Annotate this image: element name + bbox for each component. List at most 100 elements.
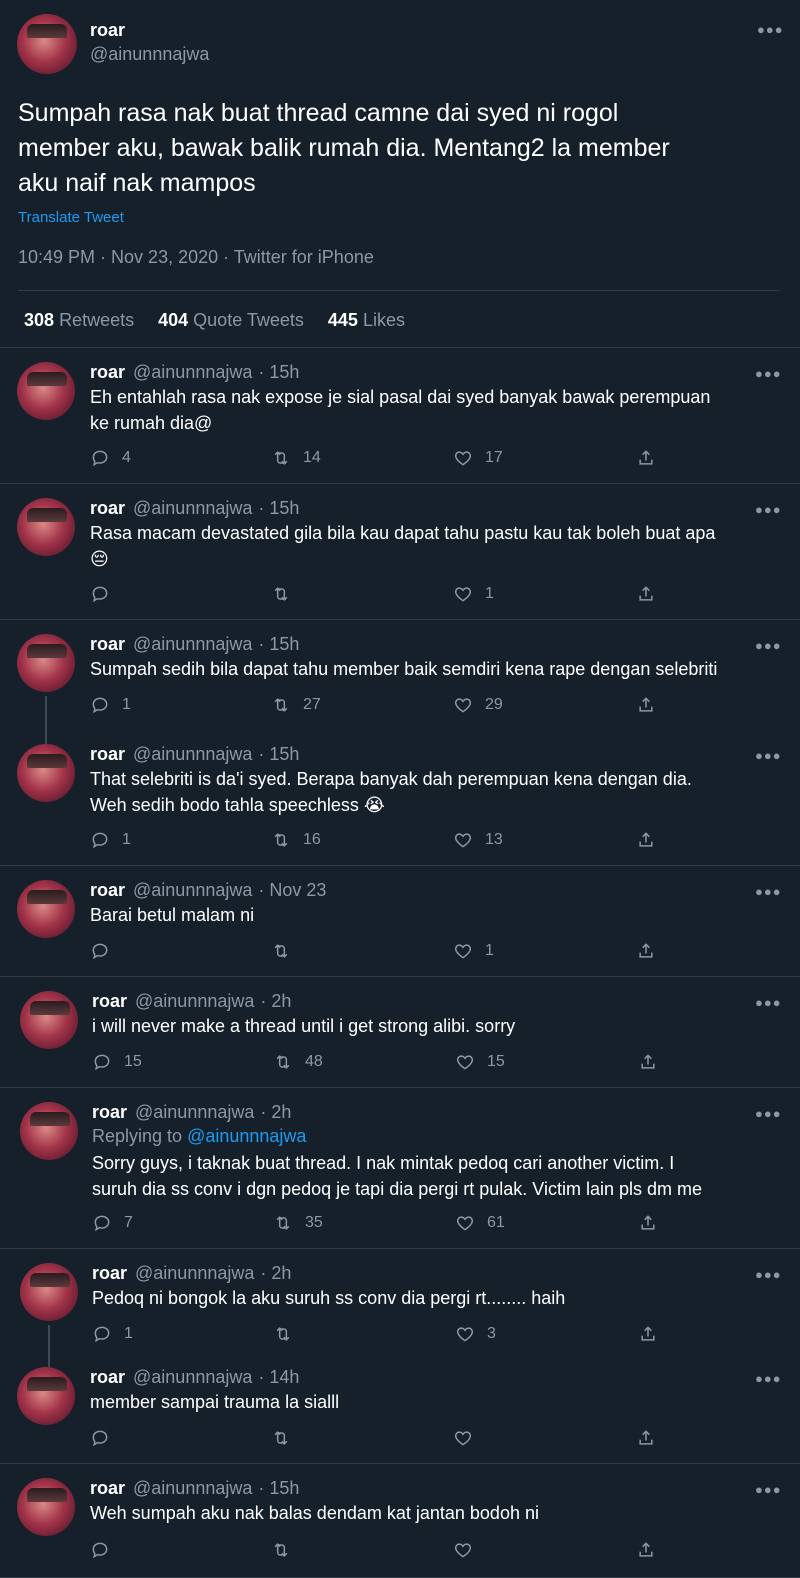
author-name[interactable]: roar xyxy=(92,1102,127,1122)
reply-button[interactable]: 15 xyxy=(92,1052,142,1072)
share-button[interactable] xyxy=(638,1052,658,1072)
translate-link[interactable]: Translate Tweet xyxy=(18,209,124,226)
more-icon[interactable]: ●●● xyxy=(755,1371,782,1386)
author-handle[interactable]: @ainunnnajwa xyxy=(133,362,252,382)
avatar[interactable] xyxy=(17,880,75,938)
reply-button[interactable]: 7 xyxy=(92,1213,133,1233)
likes-stat[interactable]: 445 Likes xyxy=(328,310,405,331)
retweet-button[interactable]: 48 xyxy=(273,1052,323,1072)
more-icon[interactable]: ●●● xyxy=(755,502,782,517)
timestamp[interactable]: · 15h xyxy=(258,744,299,764)
more-icon[interactable]: ●●● xyxy=(755,638,782,653)
author-handle[interactable]: @ainunnnajwa xyxy=(135,991,254,1011)
retweets-stat[interactable]: 308 Retweets xyxy=(24,310,134,331)
timestamp[interactable]: · 2h xyxy=(260,1263,291,1283)
author-handle[interactable]: @ainunnnajwa xyxy=(90,44,209,65)
quotes-stat[interactable]: 404 Quote Tweets xyxy=(158,310,304,331)
author-handle[interactable]: @ainunnnajwa xyxy=(133,744,252,764)
author-name[interactable]: roar xyxy=(90,880,125,900)
reply-button[interactable] xyxy=(90,1540,122,1560)
like-button[interactable]: 1 xyxy=(453,584,494,604)
author-name[interactable]: roar xyxy=(90,362,125,382)
retweet-button[interactable] xyxy=(271,941,303,961)
reply-button[interactable] xyxy=(90,1428,122,1448)
retweet-button[interactable]: 35 xyxy=(273,1213,323,1233)
like-button[interactable]: 29 xyxy=(453,695,503,715)
author-handle[interactable]: @ainunnnajwa xyxy=(133,498,252,518)
like-button[interactable] xyxy=(453,1540,485,1560)
author-handle[interactable]: @ainunnnajwa xyxy=(135,1102,254,1122)
avatar[interactable] xyxy=(17,498,75,556)
avatar[interactable] xyxy=(17,1367,75,1425)
like-button[interactable]: 61 xyxy=(455,1213,505,1233)
like-button[interactable]: 1 xyxy=(453,941,494,961)
reply-button[interactable]: 1 xyxy=(90,695,131,715)
author-handle[interactable]: @ainunnnajwa xyxy=(133,880,252,900)
author-name[interactable]: roar xyxy=(90,498,125,518)
reply-button[interactable] xyxy=(90,584,122,604)
timestamp[interactable]: · 15h xyxy=(258,498,299,518)
author-name[interactable]: roar xyxy=(90,634,125,654)
like-button[interactable] xyxy=(453,1428,485,1448)
timestamp[interactable]: · Nov 23 xyxy=(258,880,326,900)
like-button[interactable]: 13 xyxy=(453,830,503,850)
timestamp[interactable]: · 2h xyxy=(260,991,291,1011)
more-icon[interactable]: ●●● xyxy=(755,366,782,381)
reply-text-line: member sampai trauma la sialll xyxy=(90,1392,340,1412)
more-icon[interactable]: ●●● xyxy=(755,995,782,1010)
avatar[interactable] xyxy=(17,14,77,74)
share-button[interactable] xyxy=(636,1428,656,1448)
author-handle[interactable]: @ainunnnajwa xyxy=(133,1367,252,1387)
avatar[interactable] xyxy=(20,1263,78,1321)
share-button[interactable] xyxy=(636,1540,656,1560)
share-button[interactable] xyxy=(636,941,656,961)
like-button[interactable]: 3 xyxy=(455,1324,496,1344)
replying-to-link[interactable]: @ainunnnajwa xyxy=(187,1126,306,1146)
more-icon[interactable]: ●●● xyxy=(755,1106,782,1121)
author-handle[interactable]: @ainunnnajwa xyxy=(133,1478,252,1498)
avatar[interactable] xyxy=(20,991,78,1049)
more-icon[interactable]: ●●● xyxy=(757,22,784,37)
author-name[interactable]: roar xyxy=(92,1263,127,1283)
author-name[interactable]: roar xyxy=(90,744,125,764)
author-name[interactable]: roar xyxy=(90,1478,125,1498)
retweet-button[interactable]: 27 xyxy=(271,695,321,715)
share-button[interactable] xyxy=(636,830,656,850)
timestamp[interactable]: · 2h xyxy=(260,1102,291,1122)
reply-button[interactable]: 1 xyxy=(92,1324,133,1344)
share-button[interactable] xyxy=(636,584,656,604)
avatar[interactable] xyxy=(17,634,75,692)
share-button[interactable] xyxy=(636,695,656,715)
share-button[interactable] xyxy=(636,448,656,468)
avatar[interactable] xyxy=(17,744,75,802)
avatar[interactable] xyxy=(17,362,75,420)
more-icon[interactable]: ●●● xyxy=(755,884,782,899)
more-icon[interactable]: ●●● xyxy=(755,1267,782,1282)
author-handle[interactable]: @ainunnnajwa xyxy=(133,634,252,654)
avatar[interactable] xyxy=(20,1102,78,1160)
retweet-button[interactable] xyxy=(273,1324,305,1344)
share-button[interactable] xyxy=(638,1213,658,1233)
author-handle[interactable]: @ainunnnajwa xyxy=(135,1263,254,1283)
share-button[interactable] xyxy=(638,1324,658,1344)
reply-button[interactable]: 4 xyxy=(90,448,131,468)
retweet-button[interactable] xyxy=(271,584,303,604)
author-name[interactable]: roar xyxy=(90,20,125,41)
author-name[interactable]: roar xyxy=(92,991,127,1011)
timestamp[interactable]: · 14h xyxy=(258,1367,299,1387)
like-button[interactable]: 15 xyxy=(455,1052,505,1072)
retweet-button[interactable] xyxy=(271,1540,303,1560)
retweet-button[interactable] xyxy=(271,1428,303,1448)
avatar[interactable] xyxy=(17,1478,75,1536)
timestamp[interactable]: · 15h xyxy=(258,362,299,382)
author-name[interactable]: roar xyxy=(90,1367,125,1387)
timestamp[interactable]: · 15h xyxy=(258,634,299,654)
timestamp[interactable]: · 15h xyxy=(258,1478,299,1498)
reply-button[interactable] xyxy=(90,941,122,961)
reply-button[interactable]: 1 xyxy=(90,830,131,850)
retweet-button[interactable]: 16 xyxy=(271,830,321,850)
more-icon[interactable]: ●●● xyxy=(755,1482,782,1497)
like-button[interactable]: 17 xyxy=(453,448,503,468)
retweet-button[interactable]: 14 xyxy=(271,448,321,468)
more-icon[interactable]: ●●● xyxy=(755,748,782,763)
